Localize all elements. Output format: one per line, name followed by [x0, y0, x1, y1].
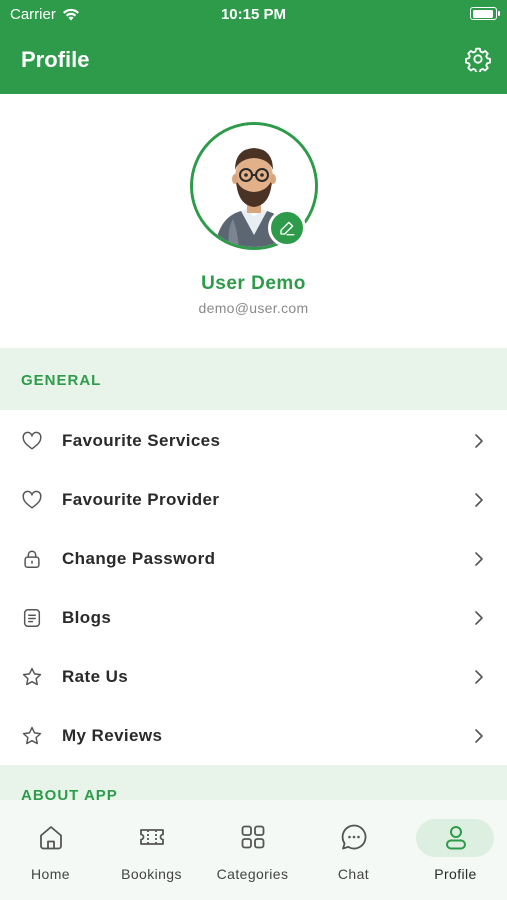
- heart-icon: [22, 490, 42, 509]
- grid-icon: [241, 825, 264, 849]
- tab-label: Bookings: [121, 866, 182, 882]
- menu-item-favourite-services[interactable]: Favourite Services: [0, 411, 507, 470]
- gear-icon[interactable]: [465, 46, 491, 72]
- menu-item-label: Rate Us: [62, 666, 129, 686]
- chat-icon: [341, 824, 366, 850]
- menu-item-my-reviews[interactable]: My Reviews: [0, 706, 507, 765]
- chevron-right-icon: [475, 610, 483, 625]
- battery-icon: [470, 7, 500, 20]
- menu-item-label: Favourite Provider: [62, 489, 220, 509]
- profile-card: User Demo demo@user.com: [0, 94, 507, 348]
- menu-item-label: My Reviews: [62, 725, 163, 745]
- pencil-icon: [280, 221, 295, 236]
- chevron-right-icon: [475, 433, 483, 448]
- menu-item-change-password[interactable]: Change Password: [0, 529, 507, 588]
- menu-item-label: Blogs: [62, 607, 112, 627]
- menu-item-blogs[interactable]: Blogs: [0, 588, 507, 647]
- star-icon: [22, 726, 42, 744]
- user-email: demo@user.com: [198, 300, 309, 316]
- tab-label: Profile: [434, 866, 477, 882]
- user-name: User Demo: [201, 273, 306, 294]
- tab-label: Chat: [337, 866, 370, 882]
- tab-label: Categories: [216, 866, 289, 882]
- app-header: Carrier 10:15 PM Profile: [0, 0, 507, 94]
- page-title: Profile: [21, 47, 90, 72]
- edit-avatar-button[interactable]: [268, 209, 306, 247]
- menu-item-favourite-provider[interactable]: Favourite Provider: [0, 470, 507, 529]
- status-bar: Carrier 10:15 PM: [0, 0, 507, 30]
- bottom-tab-bar: Home Bookings Categories Chat Profile: [0, 800, 507, 900]
- tab-categories[interactable]: Categories: [202, 800, 303, 900]
- user-icon: [445, 826, 466, 850]
- chevron-right-icon: [475, 728, 483, 743]
- tab-chat[interactable]: Chat: [303, 800, 404, 900]
- section-general-title: GENERAL: [21, 372, 102, 389]
- tab-profile[interactable]: Profile: [405, 800, 506, 900]
- section-general: GENERAL: [0, 348, 507, 410]
- home-icon: [39, 826, 62, 850]
- chevron-right-icon: [475, 492, 483, 507]
- menu-item-rate-us[interactable]: Rate Us: [0, 647, 507, 706]
- menu-item-label: Favourite Services: [62, 430, 221, 450]
- tab-bookings[interactable]: Bookings: [101, 800, 202, 900]
- lock-icon: [24, 549, 40, 568]
- chevron-right-icon: [475, 669, 483, 684]
- heart-icon: [22, 431, 42, 450]
- status-time: 10:15 PM: [220, 6, 287, 23]
- tab-label: Home: [31, 866, 70, 882]
- document-icon: [23, 608, 41, 627]
- menu-item-label: Change Password: [62, 548, 216, 568]
- chevron-right-icon: [475, 551, 483, 566]
- star-icon: [22, 667, 42, 685]
- ticket-icon: [139, 829, 164, 845]
- tab-home[interactable]: Home: [0, 800, 101, 900]
